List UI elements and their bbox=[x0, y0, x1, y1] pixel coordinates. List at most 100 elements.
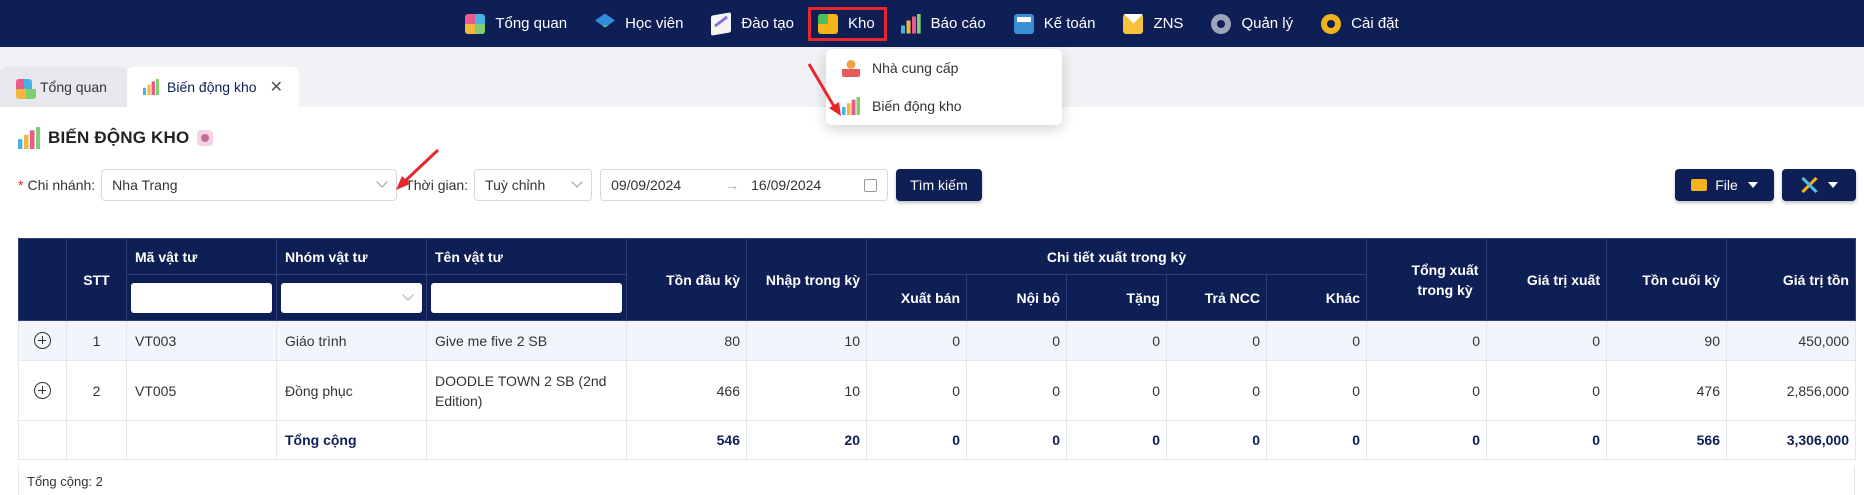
branch-select[interactable]: Nha Trang bbox=[101, 169, 398, 201]
total-empty-cell bbox=[18, 420, 67, 460]
nav-item-label: Kế toán bbox=[1043, 15, 1096, 32]
tab-tong-quan[interactable]: Tổng quan bbox=[0, 67, 127, 107]
nav-item-tong-quan[interactable]: Tổng quan bbox=[451, 7, 581, 41]
close-icon[interactable]: ✕ bbox=[270, 77, 283, 97]
cell-stock-value: 450,000 bbox=[1726, 320, 1856, 361]
cell-stock-value: 2,856,000 bbox=[1726, 360, 1856, 421]
tools-icon bbox=[1800, 176, 1818, 194]
nav-item-label: Học viên bbox=[625, 15, 684, 32]
cell-name: DOODLE TOWN 2 SB (2nd Edition) bbox=[426, 360, 627, 421]
menu-item-bien-dong-kho[interactable]: Biến động kho bbox=[826, 87, 1062, 125]
name-filter-cell bbox=[426, 274, 627, 321]
total-total-export: 0 bbox=[1366, 420, 1487, 460]
nav-item-label: ZNS bbox=[1153, 15, 1184, 32]
header-group: Nhóm vật tư bbox=[276, 238, 427, 275]
expand-plus-icon[interactable] bbox=[34, 382, 51, 400]
name-filter-input[interactable] bbox=[431, 282, 622, 313]
total-import: 20 bbox=[746, 420, 867, 460]
nav-item-quan-ly[interactable]: Quản lý bbox=[1197, 7, 1307, 41]
date-to[interactable]: 16/09/2024 bbox=[751, 177, 821, 193]
total-empty-cell bbox=[126, 420, 277, 460]
annotation-arrow-icon bbox=[396, 148, 440, 190]
table-row[interactable]: 1 VT003 Giáo trình Give me five 2 SB 80 … bbox=[18, 320, 1856, 361]
nav-item-kho[interactable]: Kho bbox=[807, 6, 887, 41]
menu-item-label: Biến động kho bbox=[872, 98, 962, 114]
cell-group: Giáo trình bbox=[276, 320, 427, 361]
total-empty-cell bbox=[66, 420, 127, 460]
header-total-export-text: Tổng xuất trong kỳ bbox=[1411, 261, 1479, 298]
chart-icon bbox=[18, 127, 40, 149]
nav-item-cai-dat[interactable]: Cài đặt bbox=[1307, 7, 1413, 41]
expand-column-header bbox=[18, 238, 67, 321]
page-title: BIẾN ĐỘNG KHO bbox=[18, 127, 214, 149]
cell-code: VT005 bbox=[126, 360, 277, 421]
bar-chart-icon bbox=[900, 13, 921, 34]
file-button-label: File bbox=[1715, 177, 1738, 193]
total-stock-value: 3,306,000 bbox=[1726, 420, 1856, 460]
pen-icon bbox=[711, 11, 732, 36]
total-closing: 566 bbox=[1606, 420, 1727, 460]
cell-export-value: 0 bbox=[1486, 320, 1607, 361]
nav-item-label: Đào tạo bbox=[741, 15, 794, 32]
header-code: Mã vật tư bbox=[126, 238, 277, 275]
expand-plus-icon[interactable] bbox=[34, 332, 51, 350]
total-label: Tổng cộng bbox=[276, 420, 427, 460]
time-select[interactable]: Tuỳ chỉnh bbox=[474, 169, 593, 201]
nav-item-ke-toan[interactable]: Kế toán bbox=[1000, 7, 1110, 41]
cell-name: Give me five 2 SB bbox=[426, 320, 627, 361]
nav-item-hoc-vien[interactable]: Học viên bbox=[581, 7, 697, 41]
nav-item-label: Cài đặt bbox=[1351, 15, 1399, 32]
menu-item-nha-cung-cap[interactable]: Nhà cung cấp bbox=[826, 49, 1062, 87]
search-button[interactable]: Tìm kiếm bbox=[896, 169, 982, 201]
nav-item-zns[interactable]: ZNS bbox=[1109, 7, 1197, 41]
branch-value: Nha Trang bbox=[112, 177, 178, 193]
cell-stt: 1 bbox=[66, 320, 127, 361]
header-stock-value: Giá trị tồn bbox=[1726, 238, 1856, 321]
date-from[interactable]: 09/09/2024 bbox=[611, 177, 681, 193]
cell-internal: 0 bbox=[966, 320, 1067, 361]
header-export-value: Giá trị xuất bbox=[1486, 238, 1607, 321]
cell-code: VT003 bbox=[126, 320, 277, 361]
total-gift: 0 bbox=[1066, 420, 1167, 460]
cell-sale: 0 bbox=[866, 320, 967, 361]
cell-other: 0 bbox=[1266, 360, 1367, 421]
menu-item-label: Nhà cung cấp bbox=[872, 60, 959, 76]
cell-internal: 0 bbox=[966, 360, 1067, 421]
group-filter-select[interactable] bbox=[281, 282, 422, 313]
nav-item-dao-tao[interactable]: Đào tạo bbox=[697, 7, 808, 41]
dashboard-grid-icon bbox=[465, 13, 486, 34]
arrow-right-icon: → bbox=[725, 177, 740, 193]
file-button[interactable]: File bbox=[1675, 169, 1774, 201]
cell-total-export: 0 bbox=[1366, 320, 1487, 361]
header-opening: Tồn đầu kỳ bbox=[626, 238, 747, 321]
tools-button[interactable] bbox=[1782, 169, 1856, 201]
total-export-value: 0 bbox=[1486, 420, 1607, 460]
total-other: 0 bbox=[1266, 420, 1367, 460]
nav-item-bao-cao[interactable]: Báo cáo bbox=[887, 7, 1000, 41]
page-title-text: BIẾN ĐỘNG KHO bbox=[48, 128, 190, 147]
table-row[interactable]: 2 VT005 Đồng phục DOODLE TOWN 2 SB (2nd … bbox=[18, 360, 1856, 421]
cell-import: 10 bbox=[746, 360, 867, 421]
cell-closing: 476 bbox=[1606, 360, 1727, 421]
caret-down-icon bbox=[1828, 182, 1838, 188]
cell-opening: 80 bbox=[626, 320, 747, 361]
cell-return-ncc: 0 bbox=[1166, 320, 1267, 361]
tab-bien-dong-kho[interactable]: Biến động kho ✕ bbox=[127, 67, 299, 107]
nav-item-label: Báo cáo bbox=[930, 15, 986, 32]
nav-item-label: Kho bbox=[847, 15, 875, 32]
chevron-down-icon bbox=[402, 288, 414, 301]
tab-label: Tổng quan bbox=[40, 79, 107, 95]
code-filter-input[interactable] bbox=[131, 282, 272, 313]
annotation-arrow-icon bbox=[807, 63, 841, 116]
cell-import: 10 bbox=[746, 320, 867, 361]
total-row: Tổng cộng 546 20 0 0 0 0 0 0 0 566 3,306… bbox=[18, 420, 1856, 460]
total-empty-cell bbox=[426, 420, 627, 460]
cell-closing: 90 bbox=[1606, 320, 1727, 361]
group-filter-cell bbox=[276, 274, 427, 321]
total-opening: 546 bbox=[626, 420, 747, 460]
cell-gift: 0 bbox=[1066, 320, 1167, 361]
date-range-picker[interactable]: 09/09/2024 → 16/09/2024 bbox=[600, 169, 889, 201]
cell-gift: 0 bbox=[1066, 360, 1167, 421]
chevron-down-icon bbox=[571, 176, 583, 188]
calendar-icon bbox=[864, 179, 878, 192]
